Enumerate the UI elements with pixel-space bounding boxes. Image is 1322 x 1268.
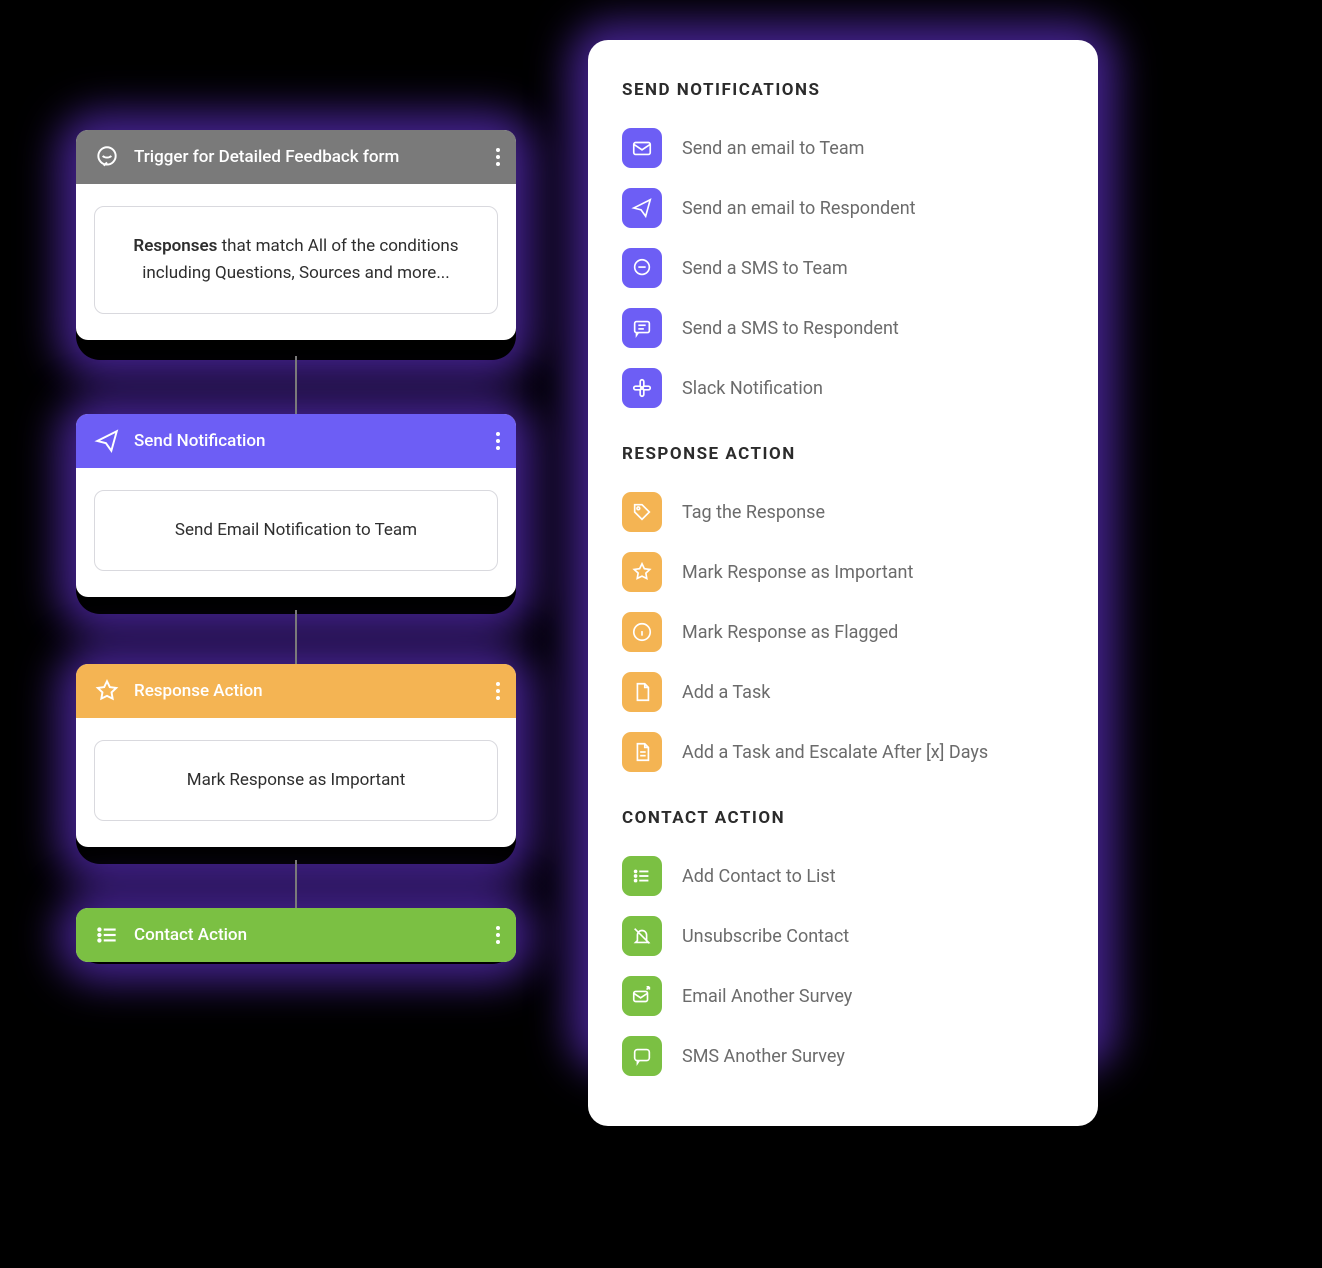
item-email-survey[interactable]: Email Another Survey [622,966,1064,1026]
response-header: Response Action [76,664,516,718]
chat-icon [94,144,120,170]
item-label: Mark Response as Flagged [682,622,898,643]
item-label: Send an email to Respondent [682,198,916,219]
star-icon [622,552,662,592]
notification-card[interactable]: Send Notification Send Email Notificatio… [76,414,516,597]
contact-title: Contact Action [134,925,247,945]
star-icon [94,678,120,704]
kebab-icon[interactable] [496,148,500,166]
tag-icon [622,492,662,532]
section-title-notifications: SEND NOTIFICATIONS [622,80,1064,100]
send-icon [622,188,662,228]
section-title-response: RESPONSE ACTION [622,444,1064,464]
item-sms-respondent[interactable]: Send a SMS to Respondent [622,298,1064,358]
sms-icon [622,308,662,348]
item-mark-important[interactable]: Mark Response as Important [622,542,1064,602]
response-body-box[interactable]: Mark Response as Important [94,740,498,821]
send-icon [94,428,120,454]
item-label: Email Another Survey [682,986,852,1007]
contact-header: Contact Action [76,908,516,962]
item-label: SMS Another Survey [682,1046,845,1067]
item-email-team[interactable]: Send an email to Team [622,118,1064,178]
trigger-title: Trigger for Detailed Feedback form [134,147,399,167]
item-tag-response[interactable]: Tag the Response [622,482,1064,542]
item-label: Slack Notification [682,378,823,399]
item-label: Add Contact to List [682,866,836,887]
item-label: Add a Task [682,682,770,703]
section-title-contact: CONTACT ACTION [622,808,1064,828]
item-unsubscribe[interactable]: Unsubscribe Contact [622,906,1064,966]
item-sms-team[interactable]: Send a SMS to Team [622,238,1064,298]
mail-icon [622,128,662,168]
item-slack[interactable]: Slack Notification [622,358,1064,418]
contact-card[interactable]: Contact Action [76,908,516,962]
kebab-icon[interactable] [496,432,500,450]
info-icon [622,612,662,652]
item-add-contact-list[interactable]: Add Contact to List [622,846,1064,906]
trigger-card[interactable]: Trigger for Detailed Feedback form Respo… [76,130,516,340]
notification-body-box[interactable]: Send Email Notification to Team [94,490,498,571]
notification-title: Send Notification [134,431,265,451]
item-label: Tag the Response [682,502,825,523]
item-sms-survey[interactable]: SMS Another Survey [622,1026,1064,1086]
response-title: Response Action [134,681,263,701]
item-label: Unsubscribe Contact [682,926,849,947]
response-body: Mark Response as Important [187,770,406,790]
item-add-task-escalate[interactable]: Add a Task and Escalate After [x] Days [622,722,1064,782]
item-label: Mark Response as Important [682,562,913,583]
item-label: Send an email to Team [682,138,864,159]
trigger-body-strong: Responses [133,236,217,256]
item-label: Add a Task and Escalate After [x] Days [682,742,988,763]
item-label: Send a SMS to Respondent [682,318,899,339]
notification-header: Send Notification [76,414,516,468]
response-card[interactable]: Response Action Mark Response as Importa… [76,664,516,847]
slack-icon [622,368,662,408]
bell-off-icon [622,916,662,956]
item-mark-flagged[interactable]: Mark Response as Flagged [622,602,1064,662]
file-icon [622,672,662,712]
kebab-icon[interactable] [496,926,500,944]
item-label: Send a SMS to Team [682,258,848,279]
item-add-task[interactable]: Add a Task [622,662,1064,722]
chat-icon [622,248,662,288]
file-lines-icon [622,732,662,772]
mail-out-icon [622,976,662,1016]
actions-panel: SEND NOTIFICATIONS Send an email to Team… [588,40,1098,1126]
notification-body: Send Email Notification to Team [175,520,417,540]
list-icon [622,856,662,896]
trigger-header: Trigger for Detailed Feedback form [76,130,516,184]
kebab-icon[interactable] [496,682,500,700]
trigger-condition-box[interactable]: Responses that match All of the conditio… [94,206,498,314]
item-email-respondent[interactable]: Send an email to Respondent [622,178,1064,238]
message-icon [622,1036,662,1076]
list-icon [94,922,120,948]
